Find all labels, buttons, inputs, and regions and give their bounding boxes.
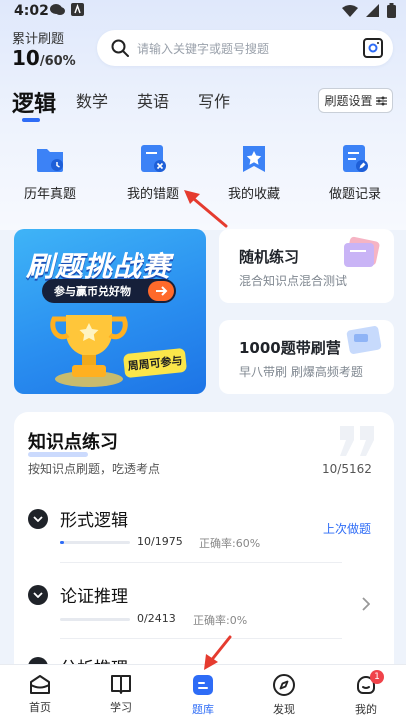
banner-weekly-tag: 周周可参与 [122,347,188,379]
progress-bar [60,618,130,621]
settings-label: 刷题设置 [324,94,373,108]
nav-label: 题库 [192,703,214,716]
compass-icon [273,674,295,696]
card-title: 1000题带刷营 [239,339,341,357]
search-placeholder: 请输入关键字或题号搜题 [137,41,270,56]
battery-icon [387,3,396,18]
tab-writing[interactable]: 写作 [198,88,230,112]
nav-study[interactable]: 学习 [91,673,151,715]
progress-bar [60,541,130,544]
challenge-banner[interactable]: 刷题挑战赛 参与赢币兑好物 周周可参与 [14,229,206,394]
settings-sliders-icon [375,96,387,105]
entry-practice-records[interactable]: 做题记录 [315,143,395,202]
nav-profile[interactable]: 1 我的 [336,670,396,717]
arrow-right-icon [148,281,174,301]
divider [60,562,342,563]
nav-home[interactable]: 首页 [10,673,70,715]
search-icon [111,39,129,57]
banner-pill-text: 参与赢币兑好物 [54,285,131,298]
last-practice-link[interactable]: 上次做题 [323,520,371,537]
total-practice-value: 10/60% [12,46,76,70]
practice-settings-button[interactable]: 刷题设置 [318,88,393,113]
notification-badge: 1 [370,670,384,684]
signal-icon [366,4,379,17]
wrong-questions-icon [141,145,166,172]
home-icon [30,675,50,694]
nav-label: 学习 [110,701,132,714]
calendar-folder-icon [37,149,63,172]
star-bookmark-icon [243,146,265,172]
tab-english[interactable]: 英语 [137,88,169,112]
book-stack-icon [346,326,382,354]
card-subtitle: 混合知识点混合测试 [239,274,348,288]
category-accuracy: 正确率:60% [199,537,261,550]
nav-label: 我的 [355,703,377,716]
progress-fill [60,541,65,544]
category-argument-reasoning[interactable]: 论证推理 [28,582,128,607]
section-subtitle: 按知识点刷题，吃透考点 [28,462,161,476]
active-tab-indicator [22,118,40,122]
category-formal-logic[interactable]: 形式逻辑 [28,506,128,531]
shuffle-cards-icon [344,236,380,267]
status-time: 4:02 [14,3,49,19]
stat-total: /60% [39,54,76,69]
nav-label: 首页 [29,701,51,714]
nav-label: 发现 [273,703,295,716]
question-bank-icon [193,675,213,695]
category-name: 论证推理 [60,587,128,607]
tab-math[interactable]: 数学 [76,88,108,112]
search-bar[interactable]: 请输入关键字或题号搜题 [97,30,393,66]
category-name: 形式逻辑 [60,511,128,531]
card-subtitle: 早八带刷 刷爆高频考题 [239,365,363,379]
wifi-icon [342,4,358,17]
section-title: 知识点练习 [28,432,118,453]
annotation-arrow-icon [184,190,228,228]
title-underline [28,452,88,457]
total-practice-label: 累计刷题 [12,32,65,47]
bootcamp-card[interactable]: 1000题带刷营 早八带刷 刷爆高频考题 [219,320,394,394]
chevron-right-icon[interactable] [362,597,370,611]
chat-notification-icon [50,4,65,15]
book-icon [111,675,131,694]
nav-discover[interactable]: 发现 [254,673,314,717]
trophy-icon [50,315,128,387]
entry-label: 做题记录 [328,187,381,202]
entry-past-exams[interactable]: 历年真题 [10,143,90,202]
annotation-arrow-icon [204,635,232,670]
card-title: 随机练习 [239,248,300,266]
random-practice-card[interactable]: 随机练习 混合知识点混合测试 [219,229,394,303]
category-accuracy: 正确率:0% [193,614,248,627]
chevron-down-icon [28,584,48,605]
category-stat: 0/2413 [137,612,176,625]
record-edit-icon [343,145,368,172]
category-stat: 10/1975 [137,535,183,548]
quote-mark-icon [340,426,374,456]
stat-done: 10 [12,46,40,70]
entry-label: 历年真题 [23,187,76,202]
tab-logic[interactable]: 逻辑 [12,86,56,118]
app-notification-icon [71,3,84,16]
banner-join-pill[interactable]: 参与赢币兑好物 [42,279,176,303]
status-notification-icons [50,3,84,16]
nav-question-bank[interactable]: 题库 [173,673,233,717]
chevron-down-icon [28,508,48,529]
scan-icon[interactable] [363,38,383,58]
section-count: 10/5162 [322,462,372,476]
bottom-navigation: 首页 学习 题库 发现 1 我的 [0,664,406,720]
status-system-icons [342,3,396,18]
